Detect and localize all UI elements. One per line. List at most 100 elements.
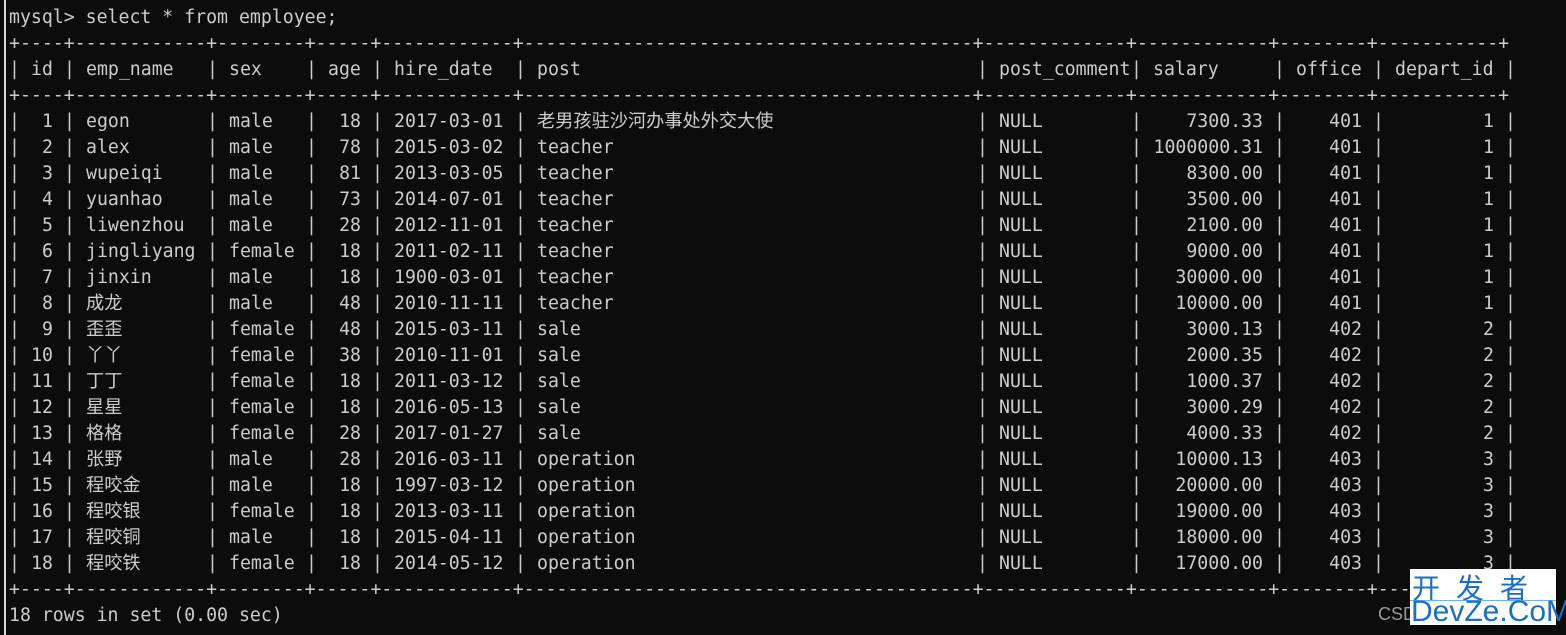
- table-cell: teacher: [537, 215, 614, 236]
- table-cell: 3: [1483, 527, 1494, 548]
- table-cell: 3: [1483, 449, 1494, 470]
- column-separator: |: [1505, 241, 1516, 262]
- column-separator: |: [977, 59, 988, 80]
- table-cell: 2017-01-27: [394, 423, 504, 444]
- table-cell: operation: [537, 449, 636, 470]
- column-separator: |: [64, 241, 75, 262]
- column-separator: |: [515, 345, 526, 366]
- table-cell: 2010-11-01: [394, 345, 504, 366]
- table-cell: 10000.00: [1175, 293, 1263, 314]
- table-cell: sale: [537, 397, 581, 418]
- column-separator: |: [306, 267, 317, 288]
- column-separator: |: [1131, 345, 1142, 366]
- column-separator: |: [9, 371, 20, 392]
- column-separator: |: [1505, 215, 1516, 236]
- table-cell: female: [229, 345, 295, 366]
- table-cell: 1: [42, 111, 53, 132]
- table-cell: female: [229, 423, 295, 444]
- column-separator: |: [1373, 215, 1384, 236]
- table-cell: NULL: [999, 527, 1043, 548]
- column-header: id: [31, 59, 53, 80]
- table-cell: 歪歪: [86, 319, 123, 340]
- table-cell: 4: [42, 189, 53, 210]
- table-row: | | | | | | | | | | | 17 程咬铜 male 18 2015-04-11 operatio…: [9, 525, 1549, 551]
- column-separator: |: [1131, 553, 1142, 574]
- column-separator: |: [207, 293, 218, 314]
- table-cell: 18: [31, 553, 53, 574]
- table-cell: 18: [339, 111, 361, 132]
- column-separator: |: [1131, 501, 1142, 522]
- watermark-logo: 开发者 DevZe.CoM: [1410, 569, 1566, 628]
- column-separator: |: [207, 501, 218, 522]
- table-cell: 格格: [86, 423, 123, 444]
- table-cell: liwenzhou: [86, 215, 185, 236]
- header-row: | | | | | | | | | | | id emp_name sex age hire_date post…: [9, 57, 1549, 83]
- column-separator: |: [9, 345, 20, 366]
- column-separator: |: [64, 59, 75, 80]
- table-cell: 10: [31, 345, 53, 366]
- table-cell: 2: [1483, 319, 1494, 340]
- table-row: | | | | | | | | | | | 4 yuanhao male 73 2014-07-01 teach…: [9, 187, 1549, 213]
- column-separator: |: [1373, 475, 1384, 496]
- column-separator: |: [306, 163, 317, 184]
- table-cell: female: [229, 397, 295, 418]
- column-separator: |: [1274, 527, 1285, 548]
- column-separator: |: [515, 449, 526, 470]
- table-cell: 2: [42, 137, 53, 158]
- table-cell: 28: [339, 215, 361, 236]
- table-cell: teacher: [537, 293, 614, 314]
- table-cell: 48: [339, 319, 361, 340]
- table-cell: 2014-05-12: [394, 553, 504, 574]
- table-cell: 1: [1483, 111, 1494, 132]
- table-cell: 8: [42, 293, 53, 314]
- table-cell: operation: [537, 501, 636, 522]
- column-separator: |: [306, 449, 317, 470]
- column-separator: |: [1373, 163, 1384, 184]
- column-separator: |: [1505, 319, 1516, 340]
- column-separator: |: [9, 267, 20, 288]
- column-separator: |: [372, 267, 383, 288]
- table-cell: jingliyang: [86, 241, 196, 262]
- column-separator: |: [1505, 189, 1516, 210]
- table-cell: 30000.00: [1175, 267, 1263, 288]
- table-cell: teacher: [537, 163, 614, 184]
- command-line: mysql> select * from employee;: [9, 7, 338, 28]
- column-separator: |: [1274, 111, 1285, 132]
- table-cell: male: [229, 527, 273, 548]
- table-row: | | | | | | | | | | | 12 星星 female 18 2016-05-13 sale NUL…: [9, 395, 1549, 421]
- column-separator: |: [977, 215, 988, 236]
- column-separator: |: [1274, 501, 1285, 522]
- column-separator: |: [207, 215, 218, 236]
- column-separator: |: [64, 397, 75, 418]
- column-separator: |: [64, 137, 75, 158]
- table-cell: 张野: [86, 449, 123, 470]
- table-cell: 1: [1483, 293, 1494, 314]
- column-separator: |: [306, 319, 317, 340]
- table-cell: 3: [1483, 475, 1494, 496]
- column-separator: |: [372, 475, 383, 496]
- table-cell: 401: [1329, 189, 1362, 210]
- column-separator: |: [1373, 423, 1384, 444]
- column-separator: |: [306, 397, 317, 418]
- table-cell: 18: [339, 267, 361, 288]
- table-cell: 18: [339, 241, 361, 262]
- table-cell: 401: [1329, 163, 1362, 184]
- column-separator: |: [515, 59, 526, 80]
- column-separator: |: [372, 293, 383, 314]
- column-separator: |: [207, 345, 218, 366]
- table-cell: NULL: [999, 475, 1043, 496]
- column-separator: |: [306, 137, 317, 158]
- table-cell: NULL: [999, 345, 1043, 366]
- column-separator: |: [1274, 371, 1285, 392]
- column-separator: |: [1131, 293, 1142, 314]
- table-cell: 1900-03-01: [394, 267, 504, 288]
- table-cell: alex: [86, 137, 130, 158]
- table-cell: 17000.00: [1175, 553, 1263, 574]
- column-separator: |: [207, 137, 218, 158]
- table-cell: 401: [1329, 267, 1362, 288]
- column-separator: |: [1274, 267, 1285, 288]
- column-separator: |: [1131, 319, 1142, 340]
- column-separator: |: [1131, 423, 1142, 444]
- column-separator: |: [64, 423, 75, 444]
- column-separator: |: [515, 397, 526, 418]
